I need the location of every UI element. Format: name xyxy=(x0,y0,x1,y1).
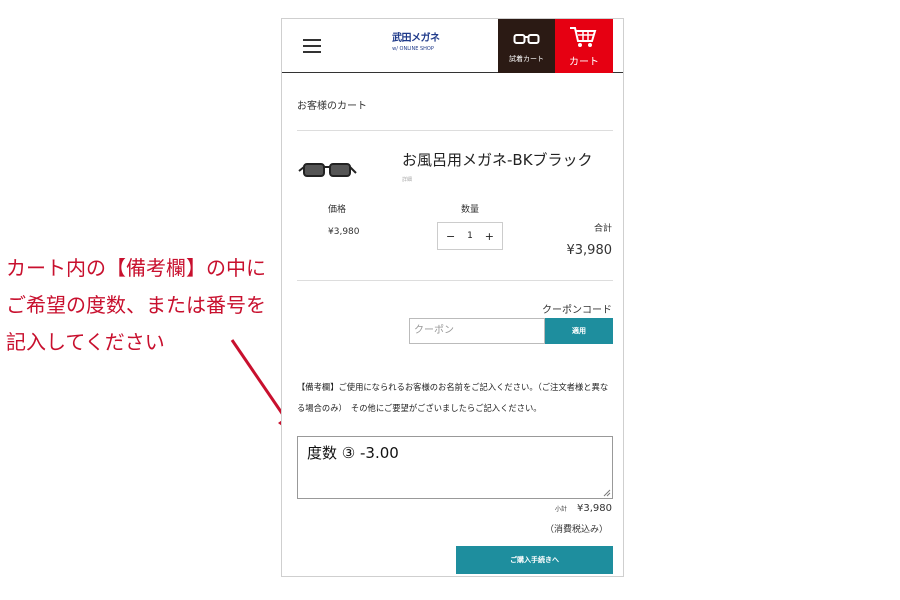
annotation-line-2: ご希望の度数、または番号を xyxy=(6,293,266,317)
checkout-button[interactable]: ご購入手続きへ xyxy=(456,546,613,574)
price-label: 価格 xyxy=(328,205,347,215)
divider xyxy=(297,130,613,131)
trial-cart-label: 試着カート xyxy=(509,55,544,63)
quantity-value[interactable]: 1 xyxy=(467,231,473,241)
product-image[interactable] xyxy=(298,159,358,183)
total-value: ¥3,980 xyxy=(566,243,613,258)
quantity-plus-button[interactable]: + xyxy=(485,230,494,243)
logo-subtitle: w/ ONLINE SHOP xyxy=(392,46,434,52)
logo-title: 武田メガネ xyxy=(392,33,440,44)
price-value: ¥3,980 xyxy=(328,227,360,237)
glasses-icon xyxy=(513,34,540,44)
coupon-label: クーポンコード xyxy=(542,305,612,316)
annotation-line-1: カート内の【備考欄】の中に xyxy=(6,256,266,280)
subtotal: 小計 ¥3,980 xyxy=(555,503,612,514)
subtotal-label: 小計 xyxy=(554,506,567,513)
mobile-screen: 武田メガネ w/ ONLINE SHOP 試着カート カート お客様のカート お… xyxy=(281,18,624,577)
tax-note: （消費税込み） xyxy=(544,525,608,535)
quantity-label: 数量 xyxy=(461,205,480,215)
subtotal-value: ¥3,980 xyxy=(577,503,612,514)
cart-icon xyxy=(570,27,597,47)
annotation-text: カート内の【備考欄】の中に ご希望の度数、または番号を 記入してください xyxy=(6,250,281,361)
divider xyxy=(297,280,613,281)
total-label: 合計 xyxy=(593,224,612,234)
cart-label: カート xyxy=(569,57,599,68)
quantity-minus-button[interactable]: − xyxy=(446,230,455,243)
remarks-value: 度数 ③ -3.00 xyxy=(307,444,399,462)
site-header: 武田メガネ w/ ONLINE SHOP 試着カート カート xyxy=(282,19,623,73)
remarks-label: 【備考欄】ご使用になられるお客様のお名前をご記入ください。（ご注文者様と異なる場… xyxy=(297,382,609,413)
cart-button[interactable]: カート xyxy=(555,19,613,73)
product-name[interactable]: お風呂用メガネ-BKブラック xyxy=(402,149,593,170)
remarks-textarea[interactable]: 度数 ③ -3.00 xyxy=(297,436,613,499)
hamburger-icon[interactable] xyxy=(303,39,321,53)
annotation-line-3: 記入してください xyxy=(6,330,165,354)
page-title: お客様のカート xyxy=(297,101,367,112)
coupon-apply-button[interactable]: 適用 xyxy=(545,318,613,344)
product-note: 詳細 xyxy=(402,177,413,183)
quantity-stepper: − 1 + xyxy=(437,222,503,250)
trial-cart-button[interactable]: 試着カート xyxy=(498,19,555,73)
site-logo[interactable]: 武田メガネ w/ ONLINE SHOP xyxy=(392,33,440,54)
resize-handle-icon[interactable] xyxy=(603,489,611,497)
coupon-input[interactable]: クーポン xyxy=(409,318,545,344)
